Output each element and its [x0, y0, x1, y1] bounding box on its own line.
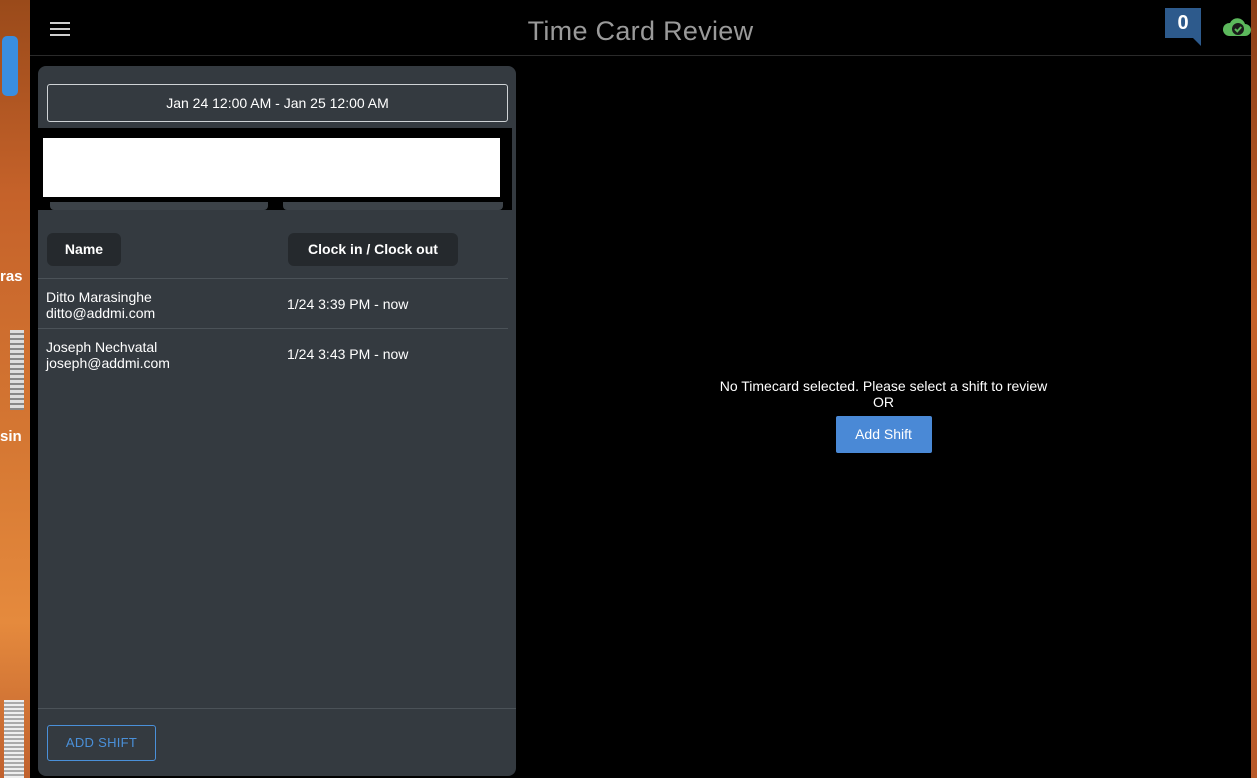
- search-box[interactable]: [43, 138, 500, 197]
- desktop-thumbnail: [4, 700, 24, 778]
- timecard-list: Ditto Marasinghe ditto@addmi.com 1/24 3:…: [38, 278, 508, 378]
- date-range-picker[interactable]: Jan 24 12:00 AM - Jan 25 12:00 AM: [47, 84, 508, 122]
- table-row[interactable]: Ditto Marasinghe ditto@addmi.com 1/24 3:…: [38, 278, 508, 328]
- desktop-background-left: ras sin: [0, 0, 30, 778]
- filter-area: [38, 128, 512, 210]
- page-title: Time Card Review: [527, 16, 754, 46]
- panel-footer: ADD SHIFT: [38, 708, 516, 776]
- tab-shadow: [50, 202, 268, 210]
- tab-shadow: [283, 202, 503, 210]
- empty-state-or: OR: [873, 394, 894, 410]
- shift-time: 1/24 3:39 PM - now: [287, 296, 409, 312]
- empty-state: No Timecard selected. Please select a sh…: [516, 378, 1251, 453]
- employee-email: ditto@addmi.com: [46, 305, 156, 321]
- column-header-name[interactable]: Name: [47, 233, 121, 266]
- desktop-text-fragment: sin: [0, 428, 22, 445]
- top-bar: Time Card Review 0: [30, 8, 1251, 56]
- desktop-text-fragment: ras: [0, 268, 23, 285]
- app-window: Time Card Review 0 Jan 24 12:00 AM - Jan…: [30, 8, 1251, 778]
- desktop-background-right: [1251, 0, 1257, 778]
- employee-email: joseph@addmi.com: [46, 355, 170, 371]
- table-row[interactable]: Joseph Nechvatal joseph@addmi.com 1/24 3…: [38, 328, 508, 378]
- timecard-list-panel: Jan 24 12:00 AM - Jan 25 12:00 AM Name C…: [38, 66, 516, 776]
- desktop-thumbnail: [10, 330, 24, 410]
- desktop-app-tile: [2, 36, 18, 96]
- employee-info: Ditto Marasinghe ditto@addmi.com: [46, 289, 155, 321]
- employee-info: Joseph Nechvatal joseph@addmi.com: [46, 339, 170, 371]
- add-shift-primary-button[interactable]: Add Shift: [835, 416, 932, 453]
- empty-state-message: No Timecard selected. Please select a sh…: [719, 378, 1048, 394]
- add-shift-button[interactable]: ADD SHIFT: [47, 725, 156, 761]
- employee-name: Joseph Nechvatal: [46, 339, 158, 355]
- notification-badge[interactable]: 0: [1165, 8, 1201, 46]
- column-header-clock[interactable]: Clock in / Clock out: [288, 233, 458, 266]
- cloud-check-icon[interactable]: [1222, 16, 1252, 38]
- shift-time: 1/24 3:43 PM - now: [287, 346, 409, 362]
- employee-name: Ditto Marasinghe: [46, 289, 152, 305]
